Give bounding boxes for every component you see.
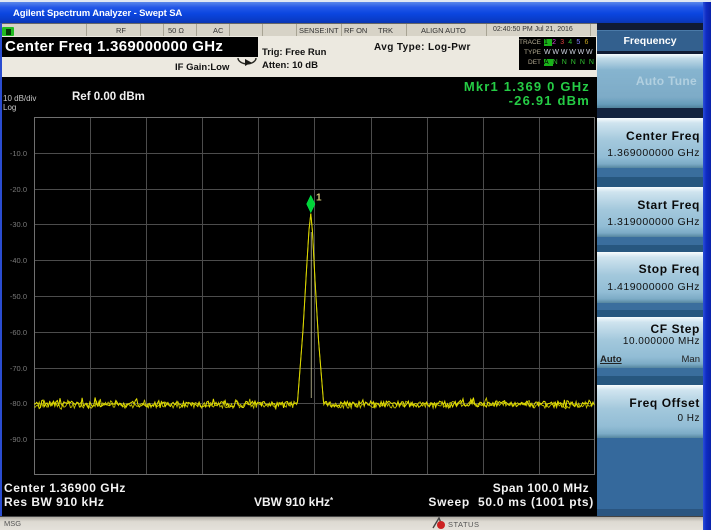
svg-text:-60.0: -60.0: [10, 328, 27, 337]
svg-text:-80.0: -80.0: [10, 399, 27, 408]
svg-text:-30.0: -30.0: [10, 220, 27, 229]
svg-text:-40.0: -40.0: [10, 256, 27, 265]
svg-text:-50.0: -50.0: [10, 292, 27, 301]
svg-text:1: 1: [316, 193, 322, 204]
svg-text:-20.0: -20.0: [10, 185, 27, 194]
svg-text:-10.0: -10.0: [10, 149, 27, 158]
svg-text:-90.0: -90.0: [10, 435, 27, 444]
svg-text:-70.0: -70.0: [10, 364, 27, 373]
